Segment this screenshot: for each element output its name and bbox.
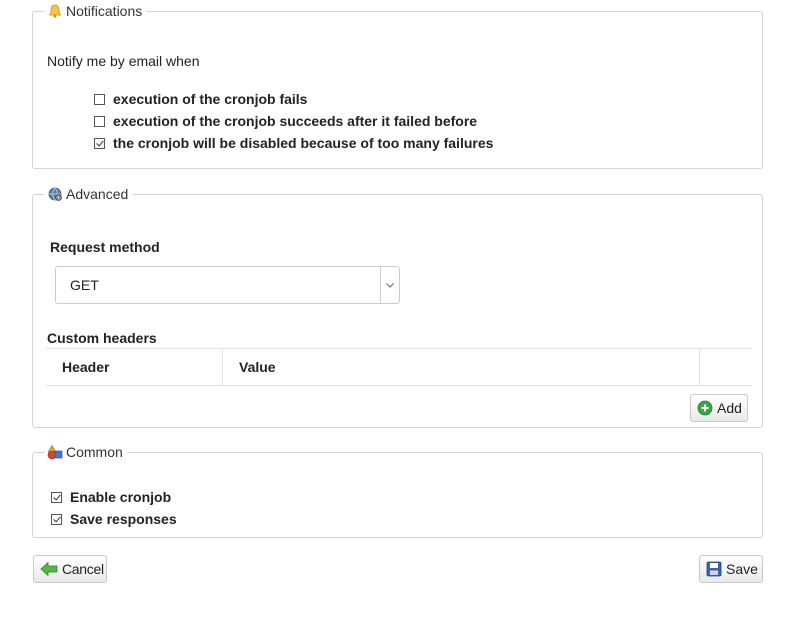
request-method-select[interactable]: GET	[55, 266, 400, 304]
add-header-button[interactable]: Add	[690, 394, 748, 422]
arrow-left-icon	[40, 561, 58, 577]
floppy-disk-icon	[706, 561, 722, 577]
notifications-legend: Notifications	[45, 3, 146, 19]
column-header: Header	[46, 348, 223, 386]
notify-fails-label: execution of the cronjob fails	[113, 91, 308, 107]
request-method-value: GET	[70, 277, 99, 293]
advanced-legend-text: Advanced	[66, 186, 129, 202]
notify-option-fails[interactable]: execution of the cronjob fails	[94, 91, 307, 107]
common-legend-text: Common	[66, 444, 123, 460]
chevron-down-icon[interactable]	[380, 267, 399, 303]
save-label: Save	[726, 561, 758, 577]
save-button[interactable]: Save	[699, 555, 763, 583]
enable-cronjob-label: Enable cronjob	[70, 489, 172, 505]
table-header-row: Header Value	[46, 348, 752, 386]
add-label: Add	[717, 400, 742, 416]
cancel-label: Cancel	[62, 561, 104, 577]
request-method-label: Request method	[50, 239, 160, 255]
notify-disabled-checkbox[interactable]	[94, 137, 105, 149]
notify-option-disabled[interactable]: the cronjob will be disabled because of …	[94, 135, 493, 151]
common-section: Common Enable cronjob Save responses	[32, 444, 763, 538]
cancel-button[interactable]: Cancel	[33, 555, 107, 583]
shapes-icon	[47, 444, 63, 460]
bell-icon	[47, 3, 63, 19]
column-actions	[699, 348, 752, 386]
notifications-section: Notifications Notify me by email when ex…	[32, 3, 763, 169]
notifications-legend-text: Notifications	[66, 3, 143, 19]
enable-cronjob-option[interactable]: Enable cronjob	[51, 489, 171, 505]
notify-option-succeeds[interactable]: execution of the cronjob succeeds after …	[94, 113, 477, 129]
advanced-section: Advanced Request method GET Custom heade…	[32, 186, 763, 428]
common-legend: Common	[45, 444, 127, 460]
notify-succeeds-checkbox[interactable]	[94, 115, 105, 127]
custom-headers-label: Custom headers	[47, 330, 157, 346]
custom-headers-table: Header Value	[46, 348, 752, 386]
advanced-legend: Advanced	[45, 186, 132, 202]
notify-fails-checkbox[interactable]	[94, 93, 105, 105]
column-value: Value	[222, 348, 700, 386]
plus-circle-icon	[697, 400, 713, 416]
notify-disabled-label: the cronjob will be disabled because of …	[113, 135, 494, 151]
enable-cronjob-checkbox[interactable]	[51, 491, 62, 503]
gear-globe-icon	[47, 186, 63, 202]
notify-succeeds-label: execution of the cronjob succeeds after …	[113, 113, 478, 129]
save-responses-label: Save responses	[70, 511, 177, 527]
save-responses-checkbox[interactable]	[51, 513, 62, 525]
notify-intro: Notify me by email when	[47, 53, 200, 69]
save-responses-option[interactable]: Save responses	[51, 511, 177, 527]
